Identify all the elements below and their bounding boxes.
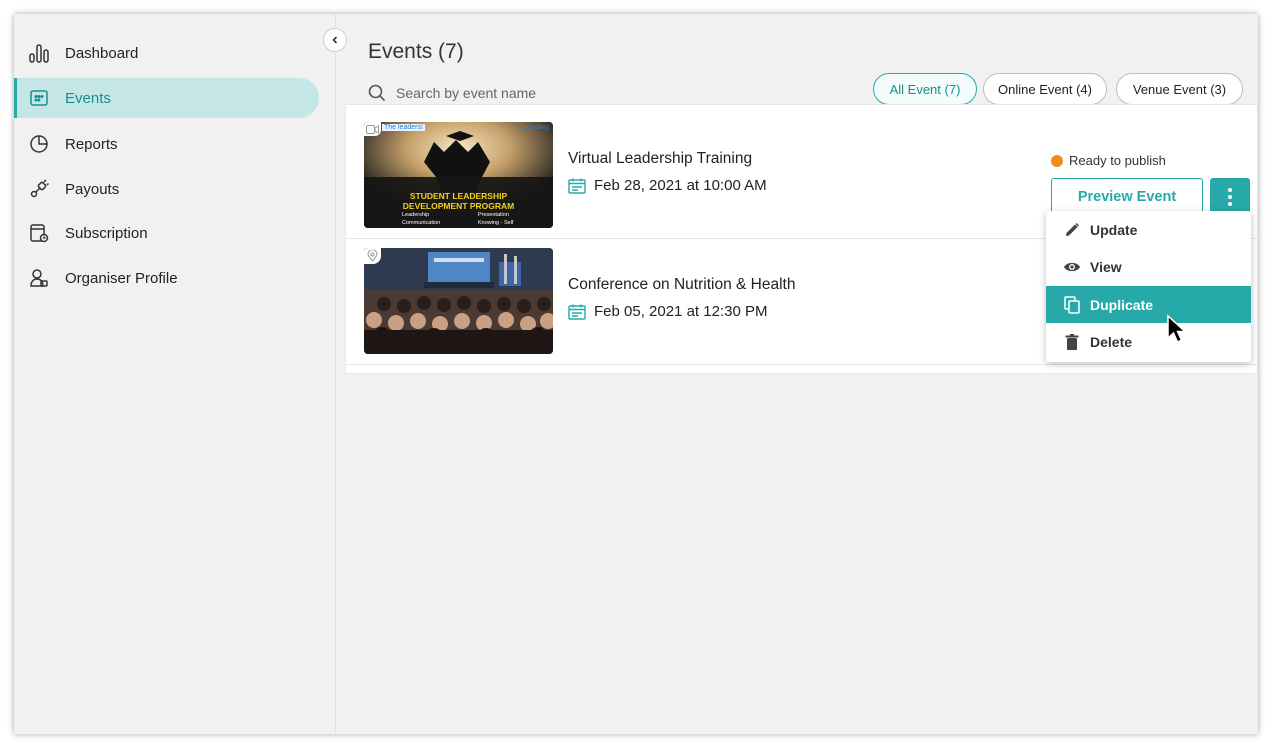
menu-item-label: View [1090,258,1122,275]
calendar-icon [568,304,586,320]
thumbnail-topic: Knowing - Self [478,220,514,226]
chevron-left-icon [332,36,338,44]
subscription-icon [28,222,50,244]
menu-item-label: Delete [1090,333,1133,350]
sidebar-item-events[interactable]: Events [14,78,319,118]
event-actions-menu: Update View Duplicate Delete [1046,211,1251,362]
menu-item-view[interactable]: View [1046,248,1251,285]
menu-item-duplicate[interactable]: Duplicate [1046,286,1251,323]
thumbnail-topic: Leadership [402,212,430,218]
event-thumbnail [364,248,553,354]
pie-chart-icon [28,133,50,155]
kebab-dot [1228,201,1232,206]
main-content: Events (7) All Event (7) Online Event (4… [337,14,1258,734]
collapse-sidebar-button[interactable] [323,28,347,52]
thumbnail-topic: Communication [402,220,441,226]
event-date-text: Feb 05, 2021 at 12:30 PM [594,303,768,320]
search-input[interactable] [396,85,696,101]
payout-plug-icon [28,178,50,200]
tab-venue-event[interactable]: Venue Event (3) [1116,73,1243,105]
event-title[interactable]: Virtual Leadership Training [568,150,752,168]
profile-icon [28,267,50,289]
page-title: Events (7) [368,40,464,63]
sidebar: Dashboard Events Reports Payouts Subscri… [14,14,336,734]
thumbnail-heading: STUDENT LEADERSHIP DEVELOPMENT PROGRAM [364,191,553,211]
tab-online-event[interactable]: Online Event (4) [983,73,1107,105]
search-icon [368,84,386,102]
thumbnail-logo: Consulting [520,125,549,131]
eye-icon [1063,258,1081,276]
thumbnail-topic: Presentation [478,212,509,218]
status-text: Ready to publish [1069,153,1166,168]
bar-chart-icon [28,42,50,64]
event-thumbnail: The leaders! Consulting STUDENT LEADERSH… [364,122,553,228]
sidebar-item-label: Events [65,89,111,107]
thumbnail-heading-line: DEVELOPMENT PROGRAM [402,201,515,211]
event-title[interactable]: Conference on Nutrition & Health [568,276,795,294]
pencil-icon [1063,221,1081,239]
search-bar [368,80,768,106]
app-window: Dashboard Events Reports Payouts Subscri… [14,14,1258,734]
sidebar-item-organiser-profile[interactable]: Organiser Profile [14,258,319,298]
calendar-grid-icon [28,87,50,109]
thumbnail-tagline: The leaders! [382,124,425,131]
sidebar-item-label: Subscription [65,224,148,242]
video-icon [364,122,381,136]
sidebar-item-label: Reports [65,135,118,153]
sidebar-item-reports[interactable]: Reports [14,124,319,164]
thumbnail-heading-line: STUDENT LEADERSHIP [409,191,508,201]
menu-item-label: Duplicate [1090,296,1154,313]
preview-event-button[interactable]: Preview Event [1051,178,1203,215]
copy-icon [1063,295,1081,314]
status-badge: Ready to publish [1051,153,1166,168]
mouse-cursor-icon [1166,314,1188,349]
menu-item-label: Update [1090,221,1138,238]
event-date: Feb 05, 2021 at 12:30 PM [568,303,767,320]
event-date-text: Feb 28, 2021 at 10:00 AM [594,177,767,194]
location-pin-icon [364,248,381,264]
status-dot [1051,154,1063,167]
sidebar-item-label: Dashboard [65,44,139,62]
tab-all-event[interactable]: All Event (7) [873,73,977,105]
menu-item-update[interactable]: Update [1046,211,1251,248]
sidebar-item-payouts[interactable]: Payouts [14,169,319,209]
trash-icon [1063,333,1081,351]
sidebar-item-subscription[interactable]: Subscription [14,213,319,253]
sidebar-item-dashboard[interactable]: Dashboard [14,33,319,73]
sidebar-item-label: Organiser Profile [65,269,178,287]
menu-item-delete[interactable]: Delete [1046,323,1251,360]
more-options-button[interactable] [1210,178,1250,215]
calendar-icon [568,178,586,194]
kebab-dot [1228,194,1232,199]
kebab-dot [1228,187,1232,192]
event-date: Feb 28, 2021 at 10:00 AM [568,177,767,194]
sidebar-item-label: Payouts [65,180,120,198]
